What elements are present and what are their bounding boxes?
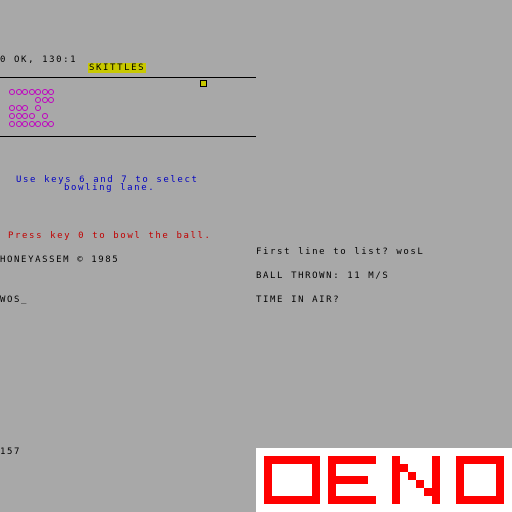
lane-top-border bbox=[0, 77, 256, 78]
skittle-pin bbox=[9, 89, 15, 95]
skittle-pin bbox=[28, 113, 35, 119]
skittle-pin bbox=[15, 113, 22, 119]
skittle-pin bbox=[41, 97, 48, 103]
bowler-marker bbox=[200, 80, 207, 87]
skittle-pin bbox=[48, 89, 54, 95]
skittle-pin bbox=[22, 113, 28, 119]
skittle-pin bbox=[9, 121, 15, 127]
time-in-air-prompt: TIME IN AIR? bbox=[256, 295, 341, 305]
line-number: 157 bbox=[0, 447, 22, 457]
instruction-line-3: Press key 0 to bowl the ball. bbox=[8, 231, 212, 241]
instruction-line-2: bowling lane. bbox=[64, 183, 156, 193]
status-line: 0 OK, 130:1 bbox=[0, 55, 78, 65]
skittle-pin bbox=[41, 89, 48, 95]
game-title: SKITTLES bbox=[88, 63, 147, 73]
skittle-pin bbox=[9, 105, 15, 111]
skittle-pin bbox=[48, 97, 54, 103]
skittle-pin bbox=[9, 113, 15, 119]
lane-bottom-border bbox=[0, 136, 256, 137]
skittle-pin bbox=[41, 113, 48, 119]
skittle-pin bbox=[28, 121, 35, 127]
skittle-pin bbox=[35, 89, 41, 95]
skittle-pin bbox=[48, 121, 54, 127]
command-input[interactable]: WOS_ bbox=[0, 295, 28, 305]
skittle-pin bbox=[15, 89, 22, 95]
skittle-pin bbox=[41, 121, 48, 127]
skittle-pin bbox=[35, 97, 41, 103]
skittle-pin bbox=[22, 89, 28, 95]
skittle-pin bbox=[35, 105, 41, 111]
list-prompt: First line to list? wosL bbox=[256, 247, 425, 257]
oeno-logo bbox=[264, 456, 504, 504]
ball-thrown-readout: BALL THROWN: 11 M/S bbox=[256, 271, 390, 281]
skittle-pin bbox=[35, 121, 41, 127]
skittle-pin bbox=[22, 121, 28, 127]
skittle-pin bbox=[15, 121, 22, 127]
copyright-text: HONEYASSEM © 1985 bbox=[0, 255, 120, 265]
skittle-pin bbox=[22, 105, 28, 111]
skittle-pin bbox=[15, 105, 22, 111]
logo-panel bbox=[256, 448, 512, 512]
skittle-pin bbox=[28, 89, 35, 95]
